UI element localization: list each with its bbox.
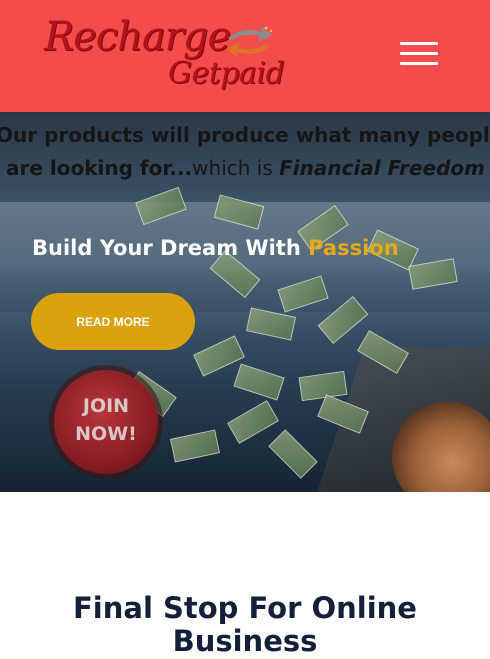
- now-label: NOW!: [75, 423, 137, 445]
- site-header: Recharge Getpaid: [0, 0, 490, 112]
- join-now-badge[interactable]: JOIN NOW!: [54, 370, 158, 474]
- hero-banner: Our products will produce what many peop…: [0, 112, 490, 492]
- tagline-line-1: Our products will produce what many peop…: [0, 123, 490, 147]
- join-label: JOIN: [82, 395, 130, 417]
- section-title: Final Stop For Online Business: [73, 591, 417, 658]
- site-logo[interactable]: Recharge Getpaid: [44, 14, 324, 94]
- logo-word-recharge: Recharge: [44, 14, 231, 60]
- logo-word-getpaid: Getpaid: [168, 56, 285, 91]
- hamburger-menu-icon[interactable]: [400, 42, 438, 66]
- tagline-line-2: are looking for...which is Financial Fre…: [6, 156, 485, 180]
- hero-headline: Build Your Dream With Passion: [32, 236, 399, 260]
- headline-accent: Passion: [308, 236, 399, 260]
- intro-section: Final Stop For Online Business: [0, 492, 490, 659]
- read-more-button[interactable]: READ MORE: [31, 293, 195, 350]
